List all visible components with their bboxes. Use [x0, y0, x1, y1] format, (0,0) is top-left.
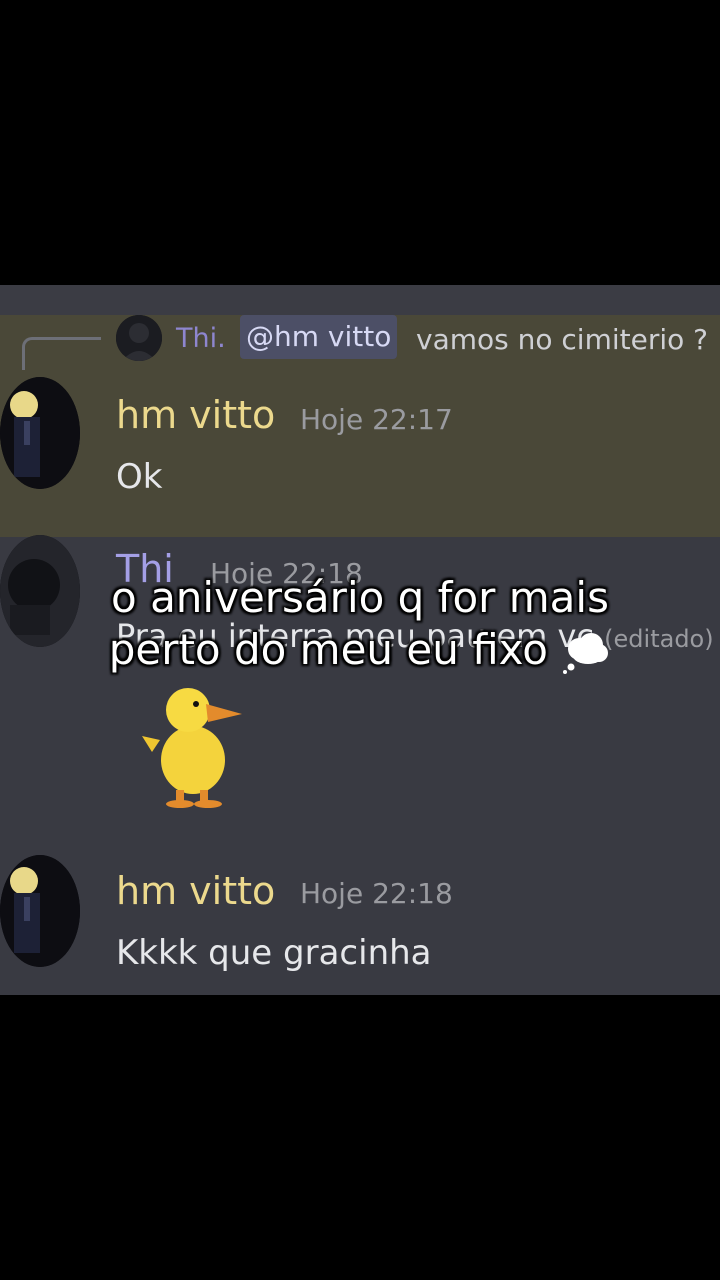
video-caption: o aniversário q for mais perto do meu eu…	[60, 572, 660, 676]
avatar-hm-vitto[interactable]	[0, 377, 80, 489]
message-text: Kkkk que gracinha	[116, 933, 432, 973]
message-author[interactable]: hm vitto	[116, 869, 275, 913]
message-author[interactable]: hm vitto	[116, 393, 275, 437]
reply-connector	[22, 337, 101, 370]
reply-avatar-image	[116, 315, 162, 361]
caption-line-1: o aniversário q for mais	[111, 573, 609, 622]
message-timestamp: Hoje 22:17	[300, 403, 453, 436]
avatar-hm-vitto[interactable]	[0, 855, 80, 967]
thought-cloud-icon	[563, 632, 609, 674]
caption-line-2-text: perto do meu eu fixo	[108, 625, 548, 674]
reply-avatar[interactable]	[116, 315, 162, 361]
reply-author[interactable]: Thi.	[176, 323, 226, 354]
caption-line-2: perto do meu eu fixo	[60, 624, 660, 676]
reply-mention[interactable]: @hm vitto	[240, 315, 398, 359]
reply-text: vamos no cimiterio ?	[416, 323, 709, 356]
chat-top-strip	[0, 285, 720, 315]
message-timestamp: Hoje 22:18	[300, 877, 453, 910]
avatar-image	[0, 377, 80, 489]
message-text: Ok	[116, 457, 163, 497]
duck-sticker[interactable]	[138, 670, 248, 810]
avatar-image	[0, 855, 80, 967]
